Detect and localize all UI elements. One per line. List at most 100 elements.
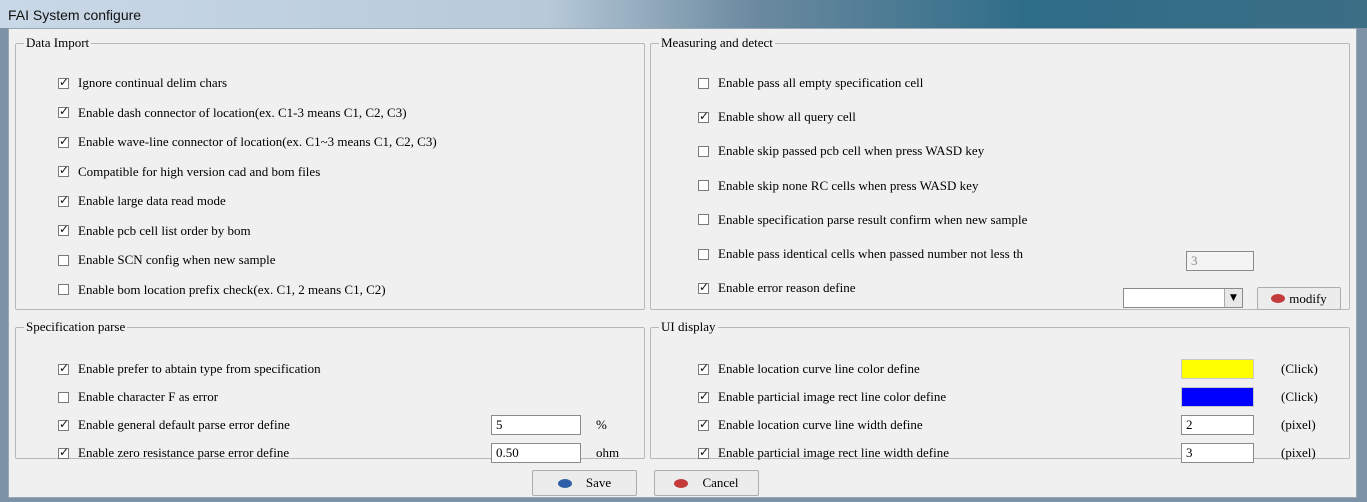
curve-color-click[interactable]: (Click)	[1281, 361, 1318, 377]
data-import-group: Data Import Ignore continual delim chars…	[15, 35, 645, 310]
checkbox-label: Enable particial image rect line color d…	[718, 389, 947, 404]
modify-button[interactable]: modify	[1257, 287, 1341, 310]
chevron-down-icon[interactable]: ▼	[1224, 289, 1242, 307]
modify-label: modify	[1289, 290, 1327, 306]
ui-display-group: UI display Enable location curve line co…	[650, 319, 1350, 463]
checkbox-label: Enable large data read mode	[78, 193, 226, 208]
checkbox-label: Enable wave-line connector of location(e…	[78, 134, 437, 149]
checkbox[interactable]	[58, 391, 69, 403]
spec-parse-legend: Specification parse	[26, 319, 126, 334]
ui-display-option-2[interactable]: Enable particial image rect line color d…	[698, 387, 946, 407]
checkbox-label: Enable bom location prefix check(ex. C1,…	[78, 281, 386, 297]
ui-display-option-1[interactable]: Enable location curve line color define	[698, 359, 920, 379]
checkbox[interactable]	[58, 254, 69, 266]
checkbox-label: Enable zero resistance parse error defin…	[78, 445, 290, 460]
spec-parse-option-3[interactable]: Enable general default parse error defin…	[58, 415, 290, 435]
checkbox[interactable]	[58, 222, 69, 236]
general-error-input[interactable]: 5	[491, 415, 581, 435]
checkbox[interactable]	[58, 361, 69, 375]
checkbox-label: Enable dash connector of location(ex. C1…	[78, 104, 407, 120]
checkbox[interactable]	[698, 248, 709, 260]
checkbox-label: Enable show all query cell	[718, 109, 856, 125]
ui-display-option-3[interactable]: Enable location curve line width define	[698, 415, 923, 435]
measuring-option-4[interactable]: Enable skip none RC cells when press WAS…	[698, 176, 978, 196]
cancel-button[interactable]: Cancel	[654, 470, 759, 496]
spec-parse-option-1[interactable]: Enable prefer to abtain type from specif…	[58, 359, 321, 379]
save-label: Save	[585, 475, 612, 490]
checkbox[interactable]	[58, 445, 69, 459]
zero-unit: ohm	[596, 445, 620, 460]
save-dot-icon	[557, 478, 572, 488]
checkbox[interactable]	[58, 193, 69, 207]
checkbox-label: Enable pcb cell list order by bom	[78, 222, 251, 238]
measuring-option-1[interactable]: Enable pass all empty specification cell	[698, 73, 923, 93]
rect-width-unit: (pixel)	[1281, 445, 1316, 460]
spec-parse-group: Specification parse Enable prefer to abt…	[15, 319, 645, 463]
data-import-option-8[interactable]: Enable bom location prefix check(ex. C1,…	[58, 280, 386, 300]
ui-display-legend: UI display	[661, 319, 716, 334]
checkbox[interactable]	[58, 417, 69, 431]
checkbox-label: Enable character F as error	[78, 389, 219, 404]
checkbox-label: Enable pass all empty specification cell	[718, 75, 924, 90]
checkbox[interactable]	[698, 417, 709, 431]
data-import-legend: Data Import	[26, 35, 90, 50]
spec-parse-option-2[interactable]: Enable character F as error	[58, 387, 218, 407]
title-bar[interactable]: FAI System configure	[0, 0, 1367, 28]
data-import-option-1[interactable]: Ignore continual delim chars	[58, 73, 227, 93]
general-unit: %	[596, 417, 607, 432]
checkbox[interactable]	[698, 280, 709, 294]
checkbox[interactable]	[58, 104, 69, 118]
data-import-option-7[interactable]: Enable SCN config when new sample	[58, 250, 275, 270]
checkbox-label: Enable location curve line width define	[718, 417, 923, 432]
rect-color-swatch[interactable]	[1181, 387, 1254, 407]
save-button[interactable]: Save	[532, 470, 637, 496]
checkbox-label: Enable prefer to abtain type from specif…	[78, 361, 321, 376]
measuring-group: Measuring and detect Enable pass all emp…	[650, 35, 1350, 310]
spec-parse-option-4[interactable]: Enable zero resistance parse error defin…	[58, 443, 289, 463]
checkbox-label: Enable skip none RC cells when press WAS…	[718, 177, 979, 193]
cancel-dot-icon	[674, 478, 689, 488]
checkbox-label: Enable skip passed pcb cell when press W…	[718, 143, 985, 159]
checkbox[interactable]	[58, 284, 69, 295]
data-import-option-3[interactable]: Enable wave-line connector of location(e…	[58, 132, 437, 152]
checkbox[interactable]	[698, 180, 709, 192]
checkbox[interactable]	[58, 163, 69, 177]
checkbox[interactable]	[698, 361, 709, 375]
checkbox[interactable]	[698, 109, 709, 123]
checkbox-label: Enable specification parse result confir…	[718, 211, 1028, 227]
data-import-option-4[interactable]: Compatible for high version cad and bom …	[58, 162, 320, 182]
curve-color-swatch[interactable]	[1181, 359, 1254, 379]
measuring-option-3[interactable]: Enable skip passed pcb cell when press W…	[698, 141, 984, 161]
measuring-option-2[interactable]: Enable show all query cell	[698, 107, 856, 127]
checkbox-label: Enable SCN config when new sample	[78, 252, 276, 267]
data-import-option-5[interactable]: Enable large data read mode	[58, 191, 226, 211]
checkbox[interactable]	[698, 145, 709, 157]
identical-number-input[interactable]: 3	[1186, 251, 1254, 271]
checkbox[interactable]	[698, 445, 709, 459]
modify-dot-icon	[1271, 294, 1286, 303]
error-reason-dropdown[interactable]: ▼	[1123, 288, 1243, 308]
checkbox[interactable]	[698, 389, 709, 403]
measuring-option-7[interactable]: Enable error reason define	[698, 278, 856, 298]
checkbox-label: Ignore continual delim chars	[78, 75, 228, 90]
rect-color-click[interactable]: (Click)	[1281, 389, 1318, 405]
data-import-option-6[interactable]: Enable pcb cell list order by bom	[58, 221, 251, 241]
ui-display-option-4[interactable]: Enable particial image rect line width d…	[698, 443, 949, 463]
dialog-body: Data Import Ignore continual delim chars…	[8, 28, 1357, 498]
checkbox-label: Compatible for high version cad and bom …	[78, 163, 321, 179]
checkbox[interactable]	[698, 77, 709, 89]
checkbox-label: Enable general default parse error defin…	[78, 417, 290, 432]
checkbox-label: Enable location curve line color define	[718, 361, 920, 376]
data-import-option-2[interactable]: Enable dash connector of location(ex. C1…	[58, 103, 407, 123]
measuring-option-6[interactable]: Enable pass identical cells when passed …	[698, 244, 1023, 264]
curve-width-input[interactable]: 2	[1181, 415, 1254, 435]
config-window: FAI System configure Data Import Ignore …	[0, 0, 1367, 502]
rect-width-input[interactable]: 3	[1181, 443, 1254, 463]
checkbox[interactable]	[698, 214, 709, 226]
checkbox-label: Enable particial image rect line width d…	[718, 445, 950, 460]
checkbox[interactable]	[58, 134, 69, 148]
measuring-option-5[interactable]: Enable specification parse result confir…	[698, 210, 1027, 230]
curve-width-unit: (pixel)	[1281, 417, 1316, 432]
checkbox[interactable]	[58, 75, 69, 89]
zero-resistance-input[interactable]: 0.50	[491, 443, 581, 463]
